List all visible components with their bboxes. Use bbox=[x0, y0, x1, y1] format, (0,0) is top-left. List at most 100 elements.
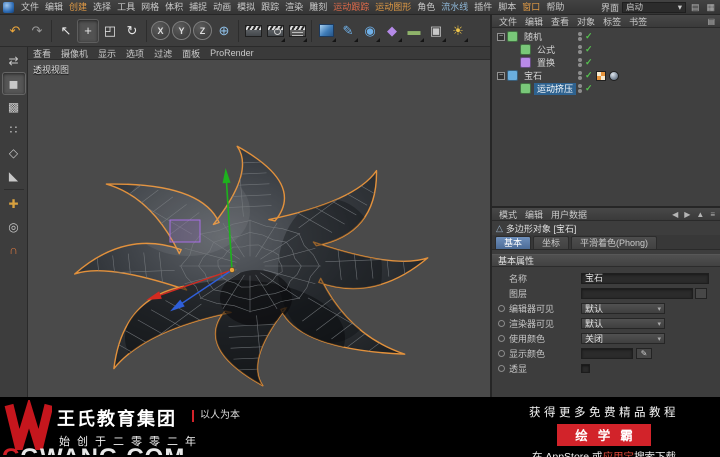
menu-item-工具[interactable]: 工具 bbox=[114, 0, 138, 14]
menu-item-编辑[interactable]: 编辑 bbox=[42, 0, 66, 14]
menu-item-运动图形[interactable]: 运动图形 bbox=[372, 0, 414, 14]
menu-item-渲染[interactable]: 渲染 bbox=[282, 0, 306, 14]
visibility-dots[interactable] bbox=[578, 84, 582, 93]
gem-3d-object[interactable] bbox=[28, 60, 490, 397]
app-icon[interactable] bbox=[3, 1, 14, 13]
phong-tag-icon[interactable] bbox=[608, 70, 619, 81]
menu-item-运动跟踪[interactable]: 运动跟踪 bbox=[330, 0, 372, 14]
enable-axis-icon[interactable]: ✚ bbox=[2, 192, 26, 215]
live-selection-icon[interactable]: ↖ bbox=[55, 19, 77, 43]
layout-panel-icon[interactable]: ▤ bbox=[689, 2, 702, 13]
menu-item-体积[interactable]: 体积 bbox=[162, 0, 186, 14]
add-cube-button[interactable] bbox=[315, 19, 337, 43]
ommenu-item-文件[interactable]: 文件 bbox=[495, 15, 521, 28]
add-light-button[interactable]: ☀ bbox=[447, 19, 469, 43]
menu-item-雕刻[interactable]: 雕刻 bbox=[306, 0, 330, 14]
tab-坐标[interactable]: 坐标 bbox=[533, 236, 570, 249]
menu-item-流水线[interactable]: 流水线 bbox=[438, 0, 471, 14]
viewport-menu-选项[interactable]: 选项 bbox=[121, 47, 149, 60]
point-mode-icon[interactable]: ∷ bbox=[2, 118, 26, 141]
undo-icon[interactable]: ↶ bbox=[4, 19, 26, 43]
menu-item-选择[interactable]: 选择 bbox=[90, 0, 114, 14]
uvw-tag-icon[interactable] bbox=[595, 70, 606, 81]
keyframe-circle[interactable] bbox=[498, 350, 505, 357]
menu-item-跟踪[interactable]: 跟踪 bbox=[258, 0, 282, 14]
object-label[interactable]: 置换 bbox=[534, 57, 558, 69]
ammenu-item-模式[interactable]: 模式 bbox=[495, 208, 521, 221]
rotate-tool-icon[interactable]: ↻ bbox=[121, 19, 143, 43]
section-header[interactable]: 基本属性 bbox=[492, 254, 720, 267]
object-row-运动挤压[interactable]: 运动挤压 ✓ bbox=[492, 82, 720, 95]
menu-item-插件[interactable]: 插件 bbox=[471, 0, 495, 14]
enable-check-icon[interactable]: ✓ bbox=[585, 70, 593, 81]
z-axis-lock-button[interactable]: Z bbox=[193, 21, 212, 40]
menu-item-网格[interactable]: 网格 bbox=[138, 0, 162, 14]
coordinate-system-button[interactable]: ⊕ bbox=[213, 19, 235, 43]
add-floor-button[interactable]: ▬ bbox=[403, 19, 425, 43]
编辑器可见-dropdown[interactable]: 默认 ▾ bbox=[581, 303, 665, 314]
back-icon[interactable]: ◀ bbox=[670, 210, 680, 219]
keyframe-circle[interactable] bbox=[498, 365, 505, 372]
x-axis-lock-button[interactable]: X bbox=[151, 21, 170, 40]
add-camera-button[interactable]: ▣ bbox=[425, 19, 447, 43]
render-view-button[interactable] bbox=[242, 19, 264, 43]
redo-icon[interactable]: ↷ bbox=[26, 19, 48, 43]
object-label[interactable]: 随机 bbox=[521, 31, 545, 43]
使用颜色-dropdown[interactable]: 关闭 ▾ bbox=[581, 333, 665, 344]
图层-input[interactable] bbox=[581, 288, 693, 299]
edge-mode-icon[interactable]: ◇ bbox=[2, 141, 26, 164]
expander-icon[interactable]: − bbox=[497, 32, 505, 41]
tab-平滑着色(Phong)[interactable]: 平滑着色(Phong) bbox=[571, 236, 658, 249]
ommenu-item-对象[interactable]: 对象 bbox=[573, 15, 599, 28]
add-spline-button[interactable]: ✎ bbox=[337, 19, 359, 43]
edit-color-button[interactable]: ✎ bbox=[636, 348, 652, 359]
y-axis-lock-button[interactable]: Y bbox=[172, 21, 191, 40]
add-deformer-button[interactable]: ◆ bbox=[381, 19, 403, 43]
view-label[interactable]: 透视视图 bbox=[33, 63, 69, 76]
名称-input[interactable]: 宝石 bbox=[581, 273, 709, 284]
display-color-swatch[interactable] bbox=[581, 348, 633, 359]
ommenu-item-书签[interactable]: 书签 bbox=[625, 15, 651, 28]
visibility-dots[interactable] bbox=[578, 45, 582, 54]
keyframe-circle[interactable] bbox=[498, 320, 505, 327]
enable-check-icon[interactable]: ✓ bbox=[585, 57, 593, 68]
enable-check-icon[interactable]: ✓ bbox=[585, 83, 593, 94]
model-mode-icon[interactable]: ◼ bbox=[1, 72, 26, 95]
make-editable-icon[interactable]: ⇄ bbox=[2, 49, 26, 72]
object-row-随机[interactable]: − 随机 ✓ bbox=[492, 30, 720, 43]
viewport-menu-过滤[interactable]: 过滤 bbox=[149, 47, 177, 60]
menu-item-文件[interactable]: 文件 bbox=[18, 0, 42, 14]
menu-item-角色[interactable]: 角色 bbox=[414, 0, 438, 14]
snap-icon[interactable]: ∩ bbox=[2, 238, 26, 261]
object-label[interactable]: 宝石 bbox=[521, 70, 545, 82]
viewport-menu-ProRender[interactable]: ProRender bbox=[205, 48, 259, 58]
move-tool-icon[interactable]: + bbox=[77, 18, 99, 43]
menu-item-创建[interactable]: 创建 bbox=[66, 0, 90, 14]
menu-item-窗口[interactable]: 窗口 bbox=[519, 0, 543, 14]
menu-item-动画[interactable]: 动画 bbox=[210, 0, 234, 14]
keyframe-circle[interactable] bbox=[498, 305, 505, 312]
tab-基本[interactable]: 基本 bbox=[495, 236, 532, 249]
viewport-menu-摄像机[interactable]: 摄像机 bbox=[56, 47, 93, 60]
menu-item-捕捉[interactable]: 捕捉 bbox=[186, 0, 210, 14]
layout-grid-icon[interactable]: ▦ bbox=[704, 2, 717, 13]
object-label[interactable]: 公式 bbox=[534, 44, 558, 56]
object-row-置换[interactable]: 置换 ✓ bbox=[492, 56, 720, 69]
texture-mode-icon[interactable]: ▩ bbox=[2, 95, 26, 118]
layer-picker-button[interactable] bbox=[695, 288, 707, 299]
forward-icon[interactable]: ▶ bbox=[682, 210, 692, 219]
render-settings-button[interactable] bbox=[286, 19, 308, 43]
menu-item-模拟[interactable]: 模拟 bbox=[234, 0, 258, 14]
visibility-dots[interactable] bbox=[578, 58, 582, 67]
enable-check-icon[interactable]: ✓ bbox=[585, 44, 593, 55]
object-row-公式[interactable]: 公式 ✓ bbox=[492, 43, 720, 56]
ommenu-item-查看[interactable]: 查看 bbox=[547, 15, 573, 28]
ammenu-item-编辑[interactable]: 编辑 bbox=[521, 208, 547, 221]
layout-select[interactable]: 启动 ▾ bbox=[621, 1, 686, 13]
scale-tool-icon[interactable]: ◰ bbox=[99, 19, 121, 43]
enable-check-icon[interactable]: ✓ bbox=[585, 31, 593, 42]
viewport-menu-显示[interactable]: 显示 bbox=[93, 47, 121, 60]
ommenu-item-标签[interactable]: 标签 bbox=[599, 15, 625, 28]
ammenu-item-用户数据[interactable]: 用户数据 bbox=[547, 208, 591, 221]
visibility-dots[interactable] bbox=[578, 32, 582, 41]
